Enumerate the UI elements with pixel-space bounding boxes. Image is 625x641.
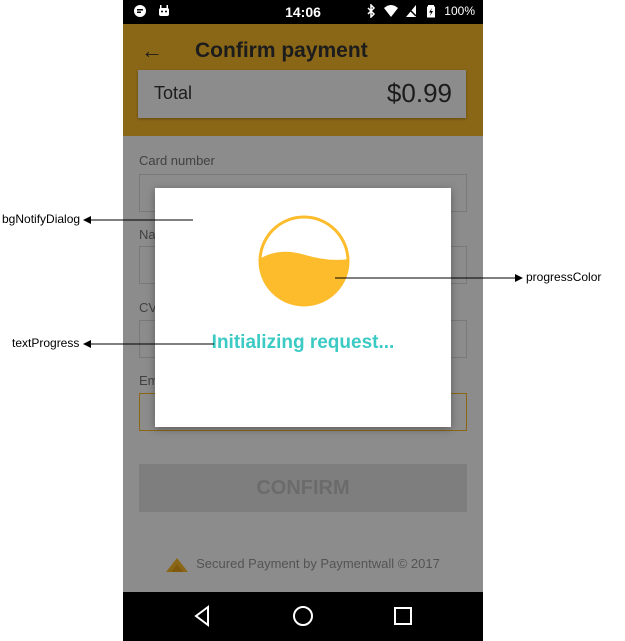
progress-fill bbox=[260, 251, 348, 305]
back-triangle-icon[interactable] bbox=[191, 604, 215, 628]
home-circle-icon[interactable] bbox=[291, 604, 315, 628]
status-bar: 14:06 100% bbox=[123, 0, 483, 24]
annotation-progress-color: progressColor bbox=[526, 270, 602, 284]
phone-screen: 14:06 100% ← Confirm payment Total $0.99… bbox=[123, 0, 483, 641]
status-right-icons: 100% bbox=[364, 4, 475, 18]
no-sim-icon bbox=[405, 5, 417, 17]
annotation-text-progress: textProgress bbox=[12, 336, 80, 350]
navigation-bar bbox=[123, 592, 483, 641]
progress-indicator bbox=[258, 215, 350, 307]
battery-percent: 100% bbox=[444, 4, 475, 18]
bluetooth-icon bbox=[367, 4, 376, 18]
annotation-bg-dialog: bgNotifyDialog bbox=[2, 212, 81, 226]
notify-dialog: Initializing request... bbox=[155, 188, 451, 427]
recents-square-icon[interactable] bbox=[391, 604, 415, 628]
wifi-icon bbox=[384, 5, 399, 17]
canvas: 14:06 100% ← Confirm payment Total $0.99… bbox=[0, 0, 625, 641]
battery-icon bbox=[427, 5, 436, 18]
progress-text: Initializing request... bbox=[211, 332, 395, 353]
